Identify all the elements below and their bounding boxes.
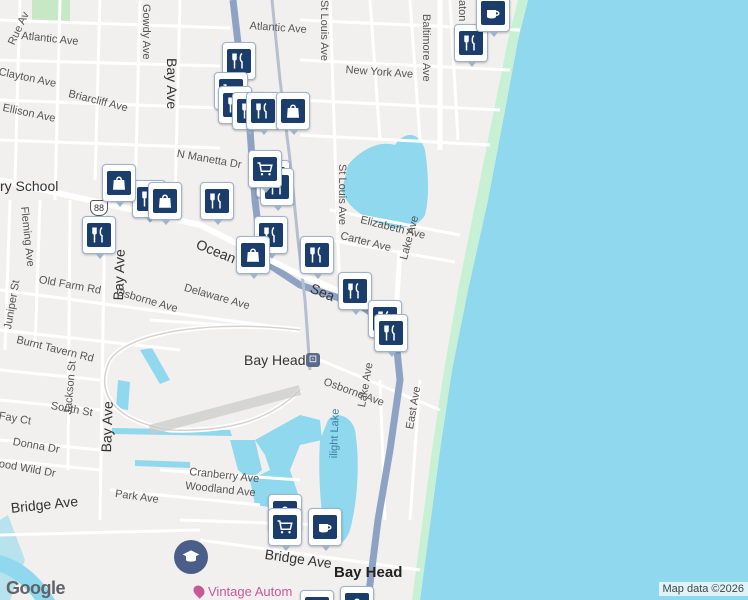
- lake-label: ilight Lake: [328, 408, 342, 459]
- street-label: Bay Ave: [164, 58, 180, 110]
- place-marker-restaurant[interactable]: [200, 182, 234, 225]
- grocery-cart-icon: [253, 157, 277, 181]
- poi-label[interactable]: Vintage Autom: [208, 584, 292, 599]
- shopping-bag-icon: [345, 593, 369, 600]
- place-marker-restaurant[interactable]: [374, 314, 408, 357]
- coffee-cup-icon: [481, 1, 505, 25]
- shopping-bag-icon: [153, 189, 177, 213]
- place-marker-shopping-bag[interactable]: [276, 92, 310, 135]
- shopping-bag-icon: [107, 171, 131, 195]
- place-marker-shopping-bag[interactable]: [148, 182, 182, 225]
- place-marker-restaurant[interactable]: [246, 92, 280, 135]
- place-marker-coffee-cup[interactable]: [308, 508, 342, 551]
- place-marker-shopping-bag[interactable]: [236, 236, 270, 279]
- street-label: Baltimore Ave: [420, 14, 432, 82]
- place-marker-restaurant[interactable]: [300, 236, 334, 279]
- restaurant-icon: [251, 99, 275, 123]
- route-shield-icon: 88: [90, 200, 108, 216]
- restaurant-icon: [305, 243, 329, 267]
- restaurant-icon: [343, 279, 367, 303]
- shopping-bag-icon: [281, 99, 305, 123]
- restaurant-icon: [87, 223, 111, 247]
- train-station-icon[interactable]: ⊡: [306, 353, 320, 367]
- school-icon[interactable]: [174, 540, 208, 574]
- restaurant-icon: [459, 31, 483, 55]
- place-marker-coffee-cup[interactable]: [476, 0, 510, 37]
- google-logo: Google: [6, 578, 66, 598]
- place-marker-restaurant[interactable]: [338, 272, 372, 315]
- place-marker-shopping-bag[interactable]: [102, 164, 136, 207]
- place-marker-grocery-cart[interactable]: [248, 150, 282, 193]
- shopping-bag-icon: [241, 243, 265, 267]
- street-label: Gowdy Ave: [140, 4, 152, 60]
- restaurant-icon: [379, 321, 403, 345]
- restaurant-icon: [205, 189, 229, 213]
- station-label: Bay Head: [244, 352, 306, 368]
- map-data-attribution[interactable]: Map data ©2026: [658, 582, 748, 596]
- restaurant-icon: [227, 49, 251, 73]
- street-label: St Louis Ave: [318, 0, 330, 61]
- place-marker-restaurant[interactable]: [82, 216, 116, 259]
- grocery-cart-icon: [273, 515, 297, 539]
- town-label: Bay Head: [334, 564, 403, 581]
- street-label: Bay Ave: [98, 400, 116, 453]
- map-canvas[interactable]: Atlantic Ave Atlantic Ave Clayton Ave El…: [0, 0, 748, 600]
- place-marker-coffee-cup[interactable]: [300, 590, 334, 600]
- school-label: ry School: [0, 178, 59, 194]
- coffee-cup-icon: [313, 515, 337, 539]
- place-marker-shopping-bag[interactable]: [340, 586, 374, 600]
- place-marker-grocery-cart[interactable]: [268, 508, 302, 551]
- street-label: St Louis Ave: [336, 164, 348, 225]
